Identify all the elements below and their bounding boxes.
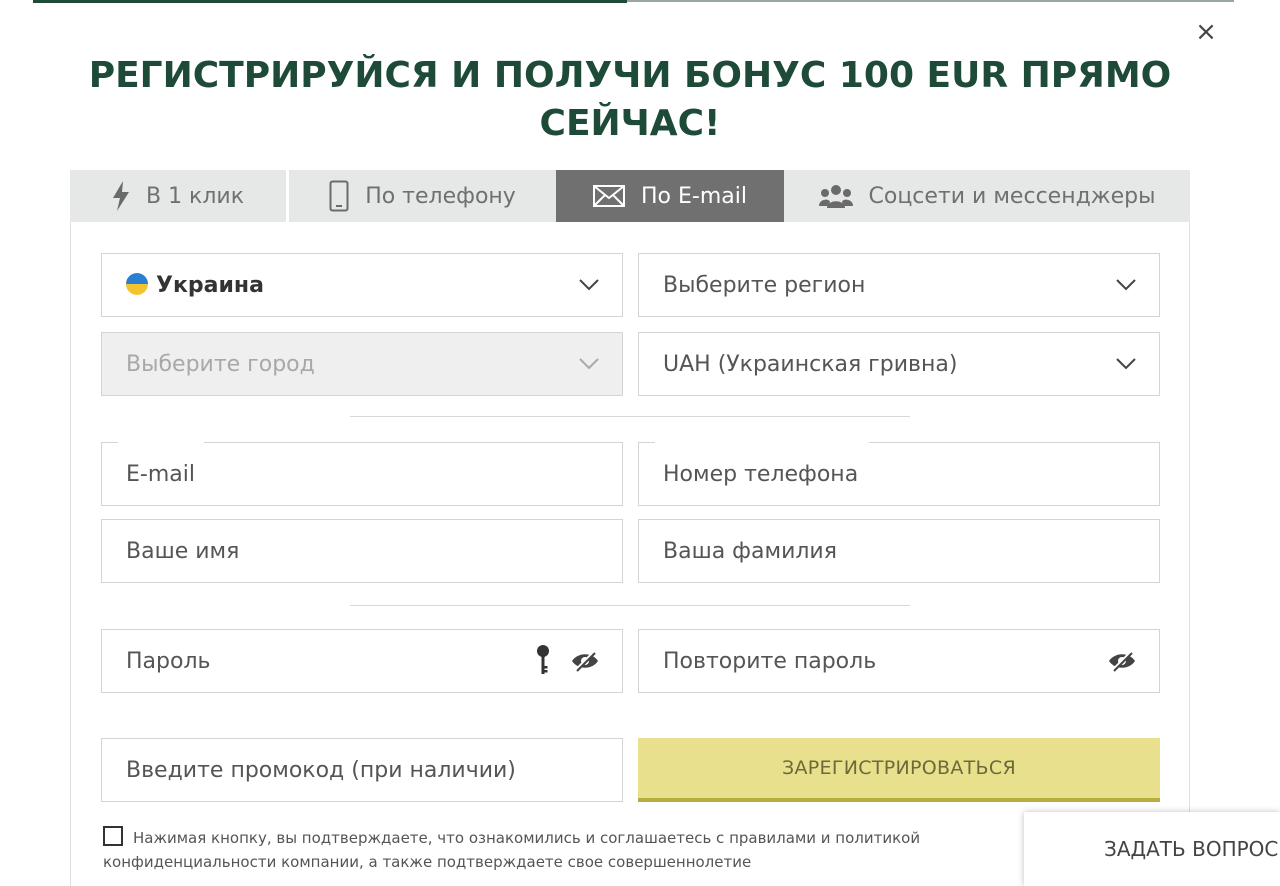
consent-checkbox[interactable]	[103, 826, 123, 846]
eye-slash-icon[interactable]	[1107, 650, 1137, 672]
section-divider	[350, 416, 910, 417]
top-border-dark	[33, 0, 627, 3]
consent-text: Нажимая кнопку, вы подтверждаете, что оз…	[103, 826, 1033, 871]
phone-icon	[329, 180, 349, 212]
chevron-down-icon	[1115, 278, 1137, 292]
email-input[interactable]: E-mail	[101, 442, 623, 506]
last-name-input[interactable]: Ваша фамилия	[638, 519, 1160, 583]
country-select[interactable]: Украина	[101, 253, 623, 317]
currency-select[interactable]: UAH (Украинская гривна)	[638, 332, 1160, 396]
registration-tabs: В 1 клик По телефону По E-mail Соцсети и…	[70, 170, 1190, 222]
first-name-placeholder: Ваше имя	[126, 538, 240, 564]
key-icon[interactable]	[536, 644, 550, 678]
city-select[interactable]: Выберите город	[101, 332, 623, 396]
tab-label: По E-mail	[641, 183, 747, 209]
tab-one-click[interactable]: В 1 клик	[70, 170, 286, 222]
chevron-down-icon	[1115, 357, 1137, 371]
phone-input[interactable]: Номер телефона	[638, 442, 1160, 506]
country-value: Украина	[156, 272, 264, 298]
section-divider	[350, 605, 910, 606]
close-button[interactable]: ×	[1190, 16, 1222, 48]
currency-value: UAH (Украинская гривна)	[663, 351, 958, 377]
password-input[interactable]: Пароль	[101, 629, 623, 693]
password-repeat-placeholder: Повторите пароль	[663, 648, 877, 674]
promo-code-input[interactable]: Введите промокод (при наличии)	[101, 738, 623, 802]
promo-placeholder: Введите промокод (при наличии)	[126, 757, 516, 783]
chevron-down-icon	[578, 357, 600, 371]
region-select[interactable]: Выберите регион	[638, 253, 1160, 317]
consent-line-1: Нажимая кнопку, вы подтверждаете, что оз…	[133, 829, 921, 847]
users-icon	[818, 184, 853, 208]
region-value: Выберите регион	[663, 272, 866, 298]
tab-phone[interactable]: По телефону	[286, 170, 556, 222]
ask-question-button[interactable]: ЗАДАТЬ ВОПРОС	[1024, 812, 1280, 886]
register-button[interactable]: ЗАРЕГИСТРИРОВАТЬСЯ	[638, 738, 1160, 802]
tab-label: Соцсети и мессенджеры	[868, 183, 1156, 209]
ukraine-flag-icon	[126, 272, 148, 295]
last-name-placeholder: Ваша фамилия	[663, 538, 837, 564]
email-placeholder: E-mail	[126, 461, 195, 487]
eye-slash-icon[interactable]	[570, 650, 600, 672]
city-value: Выберите город	[126, 351, 315, 377]
first-name-input[interactable]: Ваше имя	[101, 519, 623, 583]
phone-placeholder: Номер телефона	[663, 461, 859, 487]
tab-label: В 1 клик	[145, 183, 244, 209]
password-repeat-input[interactable]: Повторите пароль	[638, 629, 1160, 693]
consent-line-2: конфиденциальности компании, а также под…	[103, 853, 752, 871]
close-icon: ×	[1195, 17, 1217, 47]
tab-email[interactable]: По E-mail	[556, 170, 784, 222]
chevron-down-icon	[578, 278, 600, 292]
page-title: РЕГИСТРИРУЙСЯ И ПОЛУЧИ БОНУС 100 EUR ПРЯ…	[88, 55, 1172, 144]
password-placeholder: Пароль	[126, 648, 211, 674]
envelope-icon	[593, 185, 625, 207]
lightning-icon	[112, 181, 130, 211]
top-border-light	[627, 0, 1234, 2]
tab-label: По телефону	[365, 183, 516, 209]
tab-social[interactable]: Соцсети и мессенджеры	[784, 170, 1190, 222]
